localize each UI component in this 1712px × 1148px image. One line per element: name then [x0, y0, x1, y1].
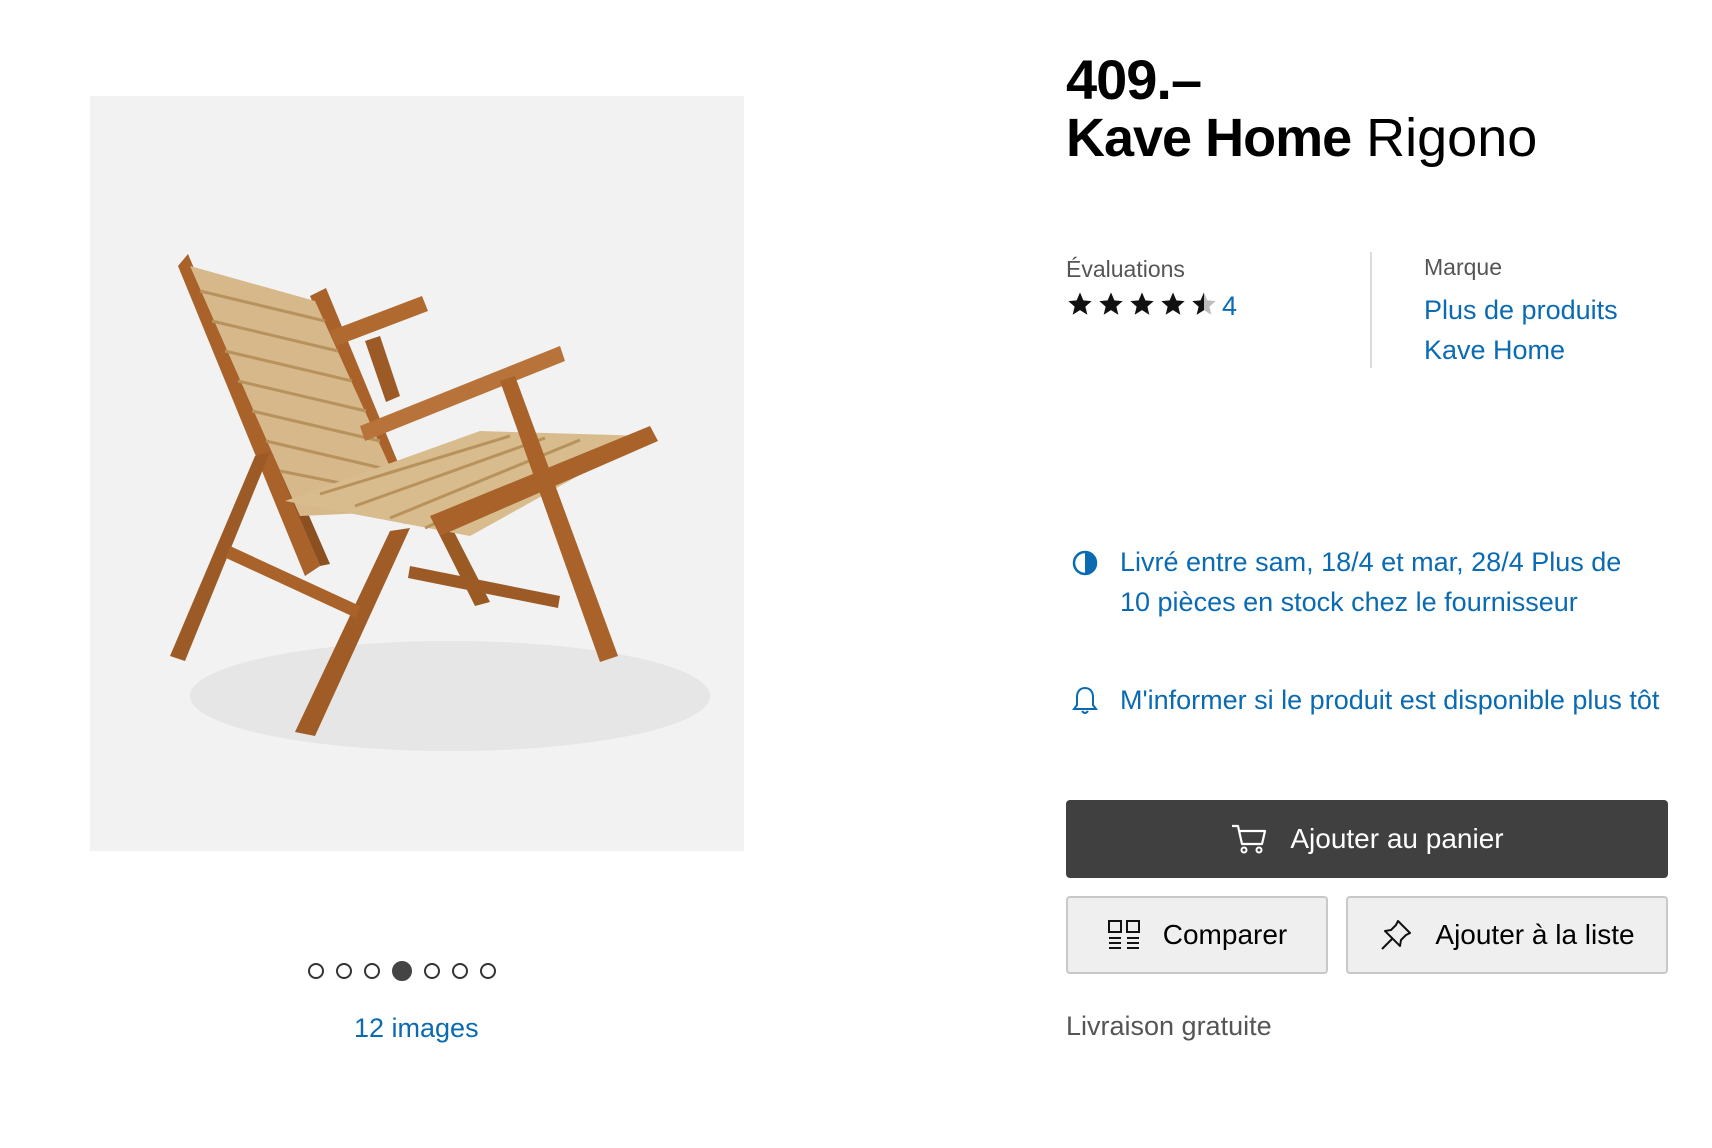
compare-label: Comparer	[1162, 919, 1288, 950]
carousel-dot[interactable]	[364, 963, 380, 979]
images-count-link[interactable]: 12 images	[354, 1013, 479, 1044]
ratings-label: Évaluations	[1066, 256, 1185, 282]
product-brand: Kave Home	[1066, 108, 1352, 168]
carousel-dot[interactable]	[424, 963, 440, 979]
product-title: Kave Home Rigono	[1066, 104, 1537, 172]
more-brand-products-link[interactable]: Plus de produits Kave Home	[1424, 290, 1684, 370]
brand-label: Marque	[1424, 254, 1502, 280]
add-to-list-label: Ajouter à la liste	[1435, 919, 1635, 950]
free-shipping-text: Livraison gratuite	[1066, 1011, 1272, 1041]
star-full-icon	[1068, 292, 1092, 315]
divider	[1370, 252, 1372, 368]
bell-icon	[1072, 686, 1098, 714]
star-full-icon	[1161, 292, 1185, 315]
rating-count-link[interactable]: 4	[1222, 291, 1237, 322]
star-half-icon	[1192, 292, 1216, 315]
product-model: Rigono	[1366, 108, 1538, 168]
compare-button[interactable]: Comparer	[1066, 896, 1328, 974]
image-carousel-dots	[308, 961, 496, 981]
chair-illustration	[170, 254, 710, 751]
notify-availability-link[interactable]: M'informer si le produit est disponible …	[1120, 680, 1690, 720]
compare-icon	[1107, 920, 1140, 949]
carousel-dot[interactable]	[480, 963, 496, 979]
delivery-info: Livré entre sam, 18/4 et mar, 28/4 Plus …	[1120, 547, 1622, 617]
carousel-dot[interactable]	[308, 963, 324, 979]
product-page: 12 images 409.– Kave Home Rigono Évaluat…	[0, 0, 1712, 1148]
carousel-dot[interactable]	[452, 963, 468, 979]
carousel-dot[interactable]	[336, 963, 352, 979]
rating-stars[interactable]	[1066, 290, 1218, 318]
add-to-cart-button[interactable]: Ajouter au panier	[1066, 800, 1668, 878]
add-to-cart-label: Ajouter au panier	[1290, 823, 1504, 854]
cart-icon	[1232, 824, 1267, 854]
star-full-icon	[1130, 292, 1154, 315]
half-circle-icon	[1072, 550, 1098, 576]
pin-icon	[1381, 920, 1412, 950]
add-to-list-button[interactable]: Ajouter à la liste	[1346, 896, 1668, 974]
star-full-icon	[1099, 292, 1123, 315]
product-image[interactable]	[90, 96, 744, 851]
carousel-dot-active[interactable]	[392, 961, 412, 981]
